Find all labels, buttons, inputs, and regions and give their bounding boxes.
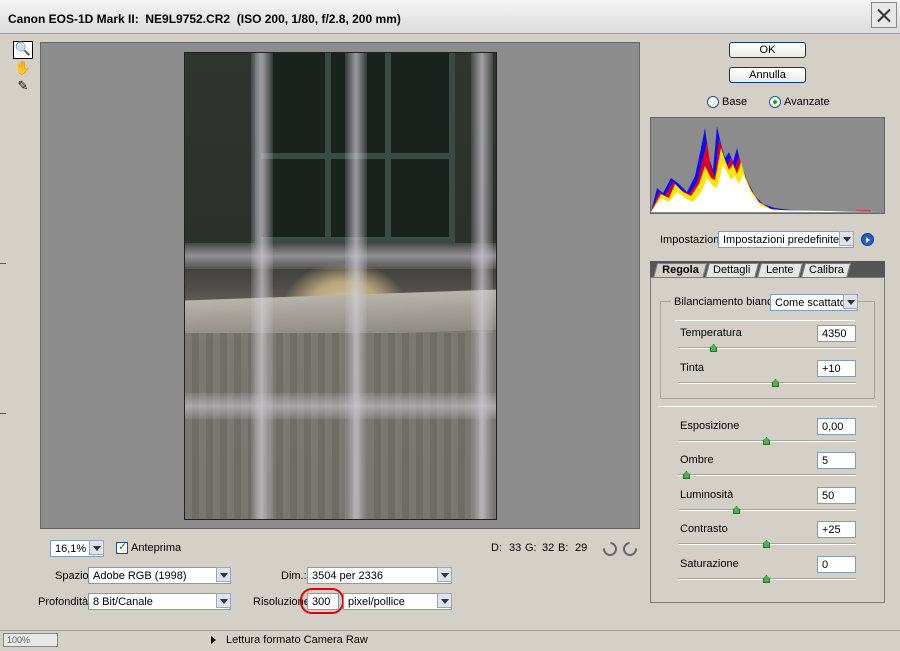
size-label: Dim.: [281, 570, 307, 582]
slider-track[interactable] [678, 347, 856, 349]
eyedropper-tool-icon[interactable]: ✎ [13, 78, 33, 96]
photo-blurred-bar [185, 243, 496, 269]
tab-dettagli-label: Dettagli [713, 264, 751, 276]
rotate-left-icon[interactable] [600, 539, 620, 559]
slider-label: Contrasto [680, 523, 728, 535]
status-bar [0, 630, 900, 651]
depth-value: 8 Bit/Canale [88, 593, 231, 610]
highlight-annotation [300, 588, 344, 614]
slider-track[interactable] [678, 474, 856, 476]
rotate-right-icon[interactable] [620, 539, 640, 559]
slider-value-input[interactable]: 4350 [817, 325, 856, 342]
slider-value-input[interactable]: 5 [817, 452, 856, 469]
slider-track[interactable] [678, 382, 856, 384]
hand-tool-icon[interactable]: ✋ [13, 60, 33, 78]
preview-checkbox[interactable] [116, 540, 128, 554]
chevron-down-icon[interactable] [437, 567, 452, 582]
white-balance-select[interactable]: Come scattato [770, 294, 858, 311]
depth-select[interactable]: 8 Bit/Canale [88, 593, 231, 610]
size-select[interactable]: 3504 per 2336 [307, 567, 452, 584]
slider-label: Luminosità [680, 489, 734, 501]
cancel-button[interactable]: Annulla [729, 67, 806, 83]
photo-window-frame [325, 53, 331, 243]
resolution-unit-select[interactable]: pixel/pollice [343, 593, 452, 610]
slider-value-input[interactable]: +10 [817, 360, 856, 377]
mode-advanced-label: Avanzate [784, 96, 830, 108]
photo-blurred-bar [185, 393, 496, 419]
chevron-down-icon[interactable] [216, 593, 231, 608]
photo-stone-wall [185, 333, 496, 519]
window-title: Canon EOS-1D Mark II: NE9L9752.CR2 (ISO … [8, 12, 401, 26]
slider-value-input[interactable]: 0,00 [817, 418, 856, 435]
tab-lente-label: Lente [766, 264, 794, 276]
size-value: 3504 per 2336 [307, 567, 452, 584]
white-balance-group [660, 301, 875, 399]
preview-image [184, 52, 497, 520]
left-edge-tick [0, 413, 6, 414]
space-value: Adobe RGB (1998) [88, 567, 231, 584]
ok-button[interactable]: OK [729, 42, 806, 58]
chevron-down-icon[interactable] [437, 593, 452, 608]
group-divider [675, 320, 855, 321]
photo-blurred-bar [345, 53, 367, 519]
tab-lente[interactable]: Lente [756, 263, 804, 278]
readout-r-value: 33 [509, 542, 522, 554]
slider-value-input[interactable]: +25 [817, 521, 856, 538]
depth-label: Profondità: [38, 596, 92, 608]
settings-label: Impostazioni: [660, 234, 725, 246]
slider-label: Tinta [680, 362, 705, 374]
slider-label: Esposizione [680, 420, 740, 432]
readout-g-value: 32 [542, 542, 555, 554]
space-select[interactable]: Adobe RGB (1998) [88, 567, 231, 584]
white-balance-label: Bilanciamento bianco: [671, 296, 785, 308]
resolution-unit-value: pixel/pollice [343, 593, 452, 610]
readout-r-label: D: [491, 542, 502, 554]
title-bar: Canon EOS-1D Mark II: NE9L9752.CR2 (ISO … [0, 0, 900, 34]
zoom-tool-icon[interactable]: 🔍 [13, 41, 33, 59]
slider-value-input[interactable]: 50 [817, 487, 856, 504]
mode-basic-radio[interactable] [707, 96, 719, 108]
chevron-down-icon[interactable] [89, 540, 104, 555]
settings-value: Impostazioni predefinite foto [718, 231, 854, 248]
slider-value-input[interactable]: 0 [817, 556, 856, 573]
close-icon[interactable] [871, 2, 897, 28]
slider-label: Saturazione [680, 558, 739, 570]
photo-blurred-bar [251, 53, 273, 519]
settings-select[interactable]: Impostazioni predefinite foto [718, 231, 854, 248]
mode-advanced-radio[interactable] [769, 96, 781, 108]
slider-track[interactable] [678, 509, 856, 511]
settings-menu-icon[interactable] [861, 233, 874, 246]
slider-label: Ombre [680, 454, 714, 466]
readout-b-label: B: [558, 542, 569, 554]
chevron-down-icon[interactable] [839, 231, 854, 246]
mode-basic-label: Base [722, 96, 748, 108]
readout-b-value: 29 [575, 542, 588, 554]
status-arrow-icon[interactable] [211, 636, 216, 644]
status-zoom: 100% [3, 633, 58, 647]
chevron-down-icon[interactable] [843, 294, 858, 309]
zoom-select[interactable]: 16,1% [50, 540, 104, 557]
tab-regola-label: Regola [661, 264, 699, 276]
tab-calibra-label: Calibra [808, 264, 844, 276]
space-label: Spazio: [55, 570, 92, 582]
histogram [650, 117, 885, 214]
readout-g-label: G: [525, 542, 537, 554]
left-edge-tick [0, 263, 6, 264]
chevron-down-icon[interactable] [216, 567, 231, 582]
status-message: Lettura formato Camera Raw [226, 634, 368, 646]
photo-window-frame [385, 53, 391, 243]
histogram-graph [651, 126, 884, 212]
preview-label: Anteprima [131, 542, 182, 554]
tab-dettagli[interactable]: Dettagli [704, 263, 760, 278]
tab-calibra[interactable]: Calibra [800, 263, 852, 278]
slider-label: Temperatura [680, 327, 742, 339]
photo-blurred-bar [471, 53, 493, 519]
section-divider [658, 406, 877, 407]
